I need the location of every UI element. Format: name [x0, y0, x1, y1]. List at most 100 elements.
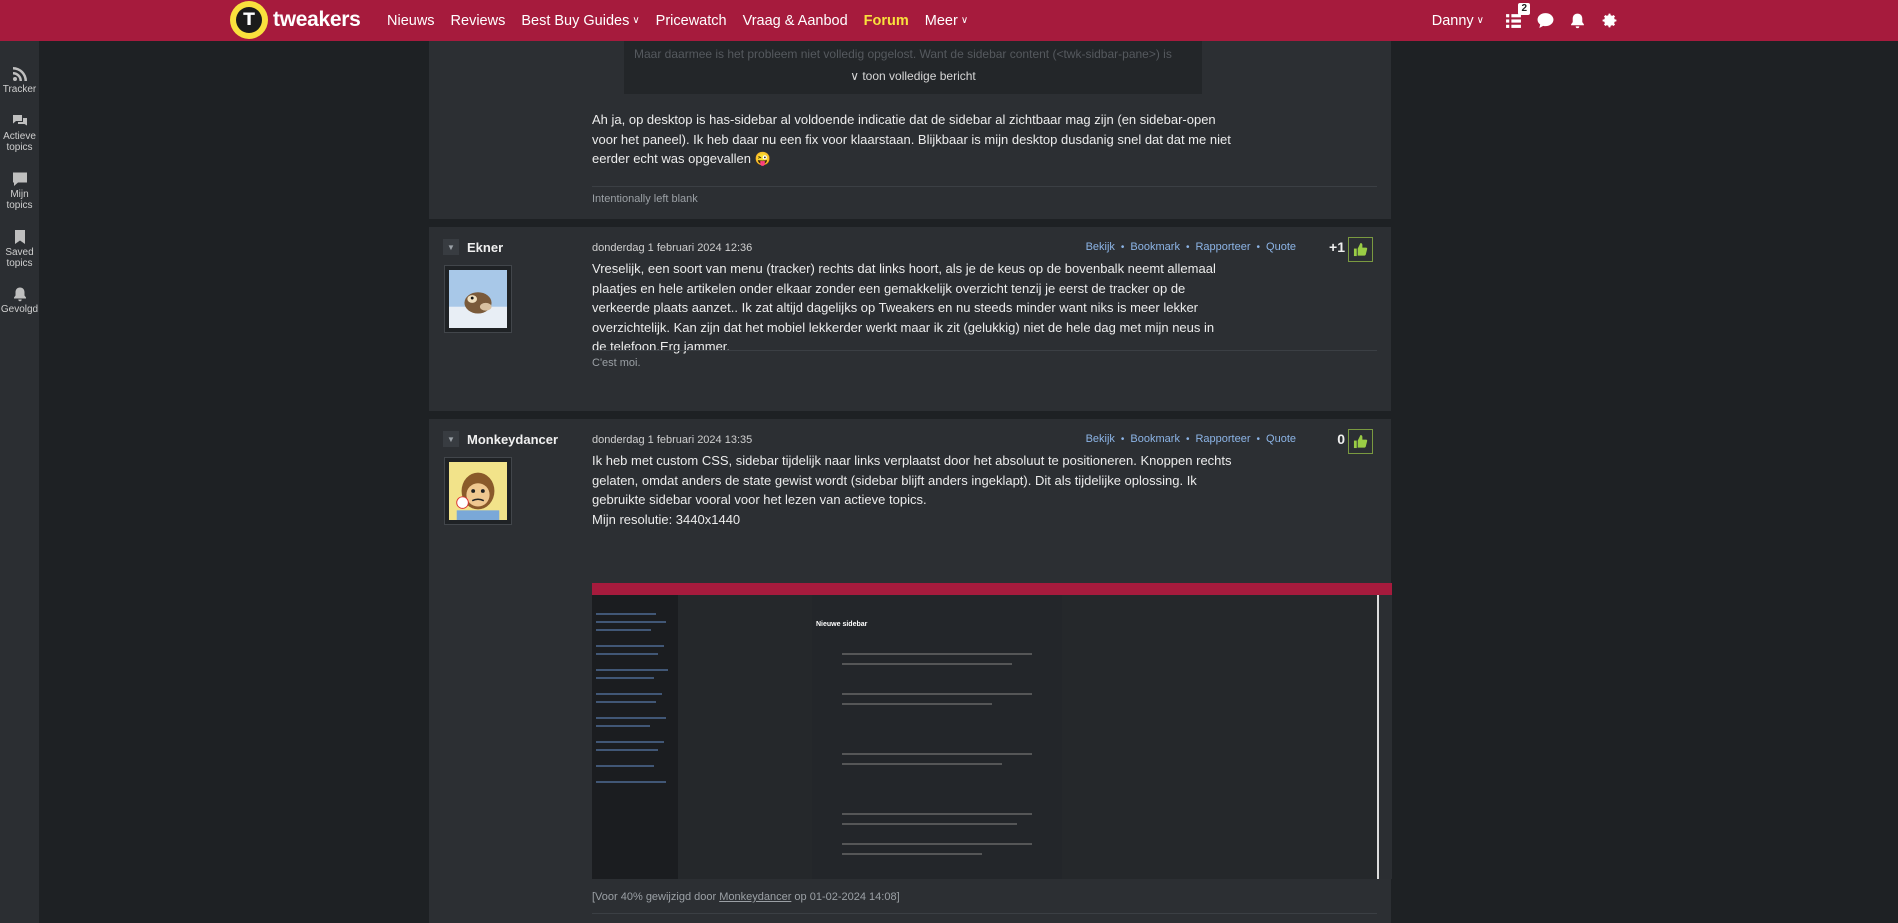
edit-note-prefix: [Voor 40% gewijzigd door — [592, 891, 717, 903]
nav-item-forum[interactable]: Forum — [864, 13, 909, 29]
screenshot-line — [842, 813, 1032, 815]
signature-divider — [592, 913, 1377, 914]
sidebar-item-label: Saved topics — [5, 247, 34, 269]
post-signature: Intentionally left blank — [592, 193, 698, 205]
nav-item-vraag-aanbod[interactable]: Vraag & Aanbod — [743, 13, 848, 29]
quoted-message: Maar daarmee is het probleem niet volled… — [624, 41, 1202, 94]
forum-post: ▼ Ekner donderdag 1 februari 2024 12:36 … — [429, 227, 1391, 411]
nav-item-meer[interactable]: Meer ∨ — [925, 13, 968, 29]
screenshot-line — [842, 823, 1017, 825]
post-body-text: Ah ja, op desktop is has-sidebar al vold… — [592, 112, 1231, 166]
quote-text: Maar daarmee is het probleem niet volled… — [634, 47, 1172, 61]
avatar[interactable] — [444, 457, 512, 525]
sidebar-item-actieve-topics[interactable]: Actieve topics — [0, 113, 39, 153]
bookmark-link[interactable]: Bookmark — [1130, 433, 1180, 445]
screenshot-line — [596, 717, 666, 719]
sidebar-item-label: Tracker — [2, 84, 37, 95]
post-actions: Bekijk • Bookmark • Rapporteer • Quote — [1086, 241, 1296, 253]
bell-icon — [13, 287, 26, 302]
bookmark-icon — [14, 230, 25, 244]
sidebar-item-label: Gevolgd — [0, 304, 39, 315]
logo-text: tweakers — [273, 8, 361, 31]
user-menu[interactable]: Danny ∨ — [1432, 13, 1484, 29]
post-resolution-text: Mijn resolutie: 3440x1440 — [592, 512, 741, 527]
wink-emoji-icon: 😜 — [754, 151, 771, 166]
page-gutter — [39, 41, 429, 923]
chevron-down-icon: ∨ — [632, 15, 640, 26]
collapse-triangle-icon[interactable]: ▼ — [443, 431, 459, 447]
nav-item-reviews[interactable]: Reviews — [451, 13, 506, 29]
nav-item-nieuws[interactable]: Nieuws — [387, 13, 435, 29]
bookmark-link[interactable]: Bookmark — [1130, 241, 1180, 253]
nav-item-best-buy-guides[interactable]: Best Buy Guides ∨ — [521, 13, 639, 29]
edit-note-suffix: op 01-02-2024 14:08] — [794, 891, 900, 903]
separator-dot: • — [1185, 433, 1190, 445]
avatar-image — [449, 270, 507, 328]
edit-user-link[interactable]: Monkeydancer — [719, 891, 791, 903]
tracker-list-icon[interactable]: 2 — [1504, 2, 1530, 30]
post-body: Ik heb met custom CSS, sidebar tijdelijk… — [592, 453, 1232, 507]
author-name[interactable]: Ekner — [467, 240, 503, 255]
chevron-down-icon: ∨ — [960, 15, 969, 26]
user-nav: Danny ∨ 2 — [1432, 0, 1618, 41]
chat-bubbles-icon — [12, 115, 27, 126]
author-name[interactable]: Monkeydancer — [467, 432, 558, 447]
screenshot-line — [596, 693, 662, 695]
thumbs-up-button[interactable] — [1348, 429, 1373, 454]
report-link[interactable]: Rapporteer — [1195, 241, 1250, 253]
show-full-message-button[interactable]: ∨ toon volledige bericht — [624, 69, 1202, 83]
screenshot-right-sidebar — [1377, 595, 1392, 879]
forum-post: Maar daarmee is het probleem niet volled… — [429, 41, 1391, 219]
screenshot-line — [596, 781, 666, 783]
quote-link[interactable]: Quote — [1266, 433, 1296, 445]
screenshot-line — [842, 753, 1032, 755]
view-link[interactable]: Bekijk — [1086, 433, 1115, 445]
user-name: Danny — [1431, 12, 1474, 29]
screenshot-line — [842, 843, 1032, 845]
settings-gear-icon[interactable] — [1600, 12, 1618, 30]
separator-dot: • — [1120, 241, 1125, 253]
separator-dot: • — [1185, 241, 1190, 253]
post-author: ▼ Monkeydancer — [443, 431, 558, 447]
thumbs-up-button[interactable] — [1348, 237, 1373, 262]
post-body: Ah ja, op desktop is has-sidebar al vold… — [592, 110, 1232, 169]
nav-label: Best Buy Guides — [521, 12, 630, 29]
collapse-triangle-icon[interactable]: ▼ — [443, 239, 459, 255]
screenshot-line — [842, 703, 992, 705]
notification-badge: 2 — [1518, 2, 1530, 15]
expand-label: toon volledige bericht — [862, 69, 976, 83]
forum-post: ▼ Monkeydancer donderdag 1 februari 2024… — [429, 419, 1392, 923]
avatar[interactable] — [444, 265, 512, 333]
chevron-down-icon: ∨ — [850, 69, 863, 83]
report-link[interactable]: Rapporteer — [1195, 433, 1250, 445]
screenshot-line — [596, 621, 666, 623]
screenshot-title: Nieuwe sidebar — [816, 621, 868, 628]
screenshot-topbar — [592, 583, 1392, 595]
separator-dot: • — [1256, 241, 1261, 253]
sidebar-item-saved-topics[interactable]: Saved topics — [0, 229, 39, 269]
screenshot-line — [842, 663, 1012, 665]
quote-link[interactable]: Quote — [1266, 241, 1296, 253]
nav-item-pricewatch[interactable]: Pricewatch — [656, 13, 727, 29]
view-link[interactable]: Bekijk — [1086, 241, 1115, 253]
avatar-image — [449, 462, 507, 520]
chat-icon[interactable] — [1536, 12, 1554, 30]
signature-divider — [592, 350, 1377, 351]
sidebar-item-mijn-topics[interactable]: Mijn topics — [0, 171, 39, 211]
sidebar-item-label: Mijn topics — [6, 189, 33, 211]
tweakers-logo[interactable]: T tweakers — [230, 1, 361, 39]
post-score: +1 — [1329, 239, 1345, 255]
sidebar-item-tracker[interactable]: Tracker — [0, 66, 39, 95]
separator-dot: • — [1120, 433, 1125, 445]
forum-thread: Maar daarmee is het probleem niet volled… — [429, 41, 1392, 923]
screenshot-line — [596, 669, 668, 671]
sidebar-item-gevolgd[interactable]: Gevolgd — [0, 286, 39, 315]
bell-icon[interactable] — [1568, 12, 1586, 30]
rss-icon — [12, 67, 27, 81]
screenshot-line — [596, 677, 654, 679]
embedded-screenshot[interactable]: Nieuwe sidebar — [592, 583, 1392, 879]
logo-badge-icon: T — [230, 1, 268, 39]
thumbs-up-icon — [1353, 242, 1368, 257]
edit-note: [Voor 40% gewijzigd door Monkeydancer op… — [592, 891, 900, 903]
screenshot-line — [596, 701, 656, 703]
